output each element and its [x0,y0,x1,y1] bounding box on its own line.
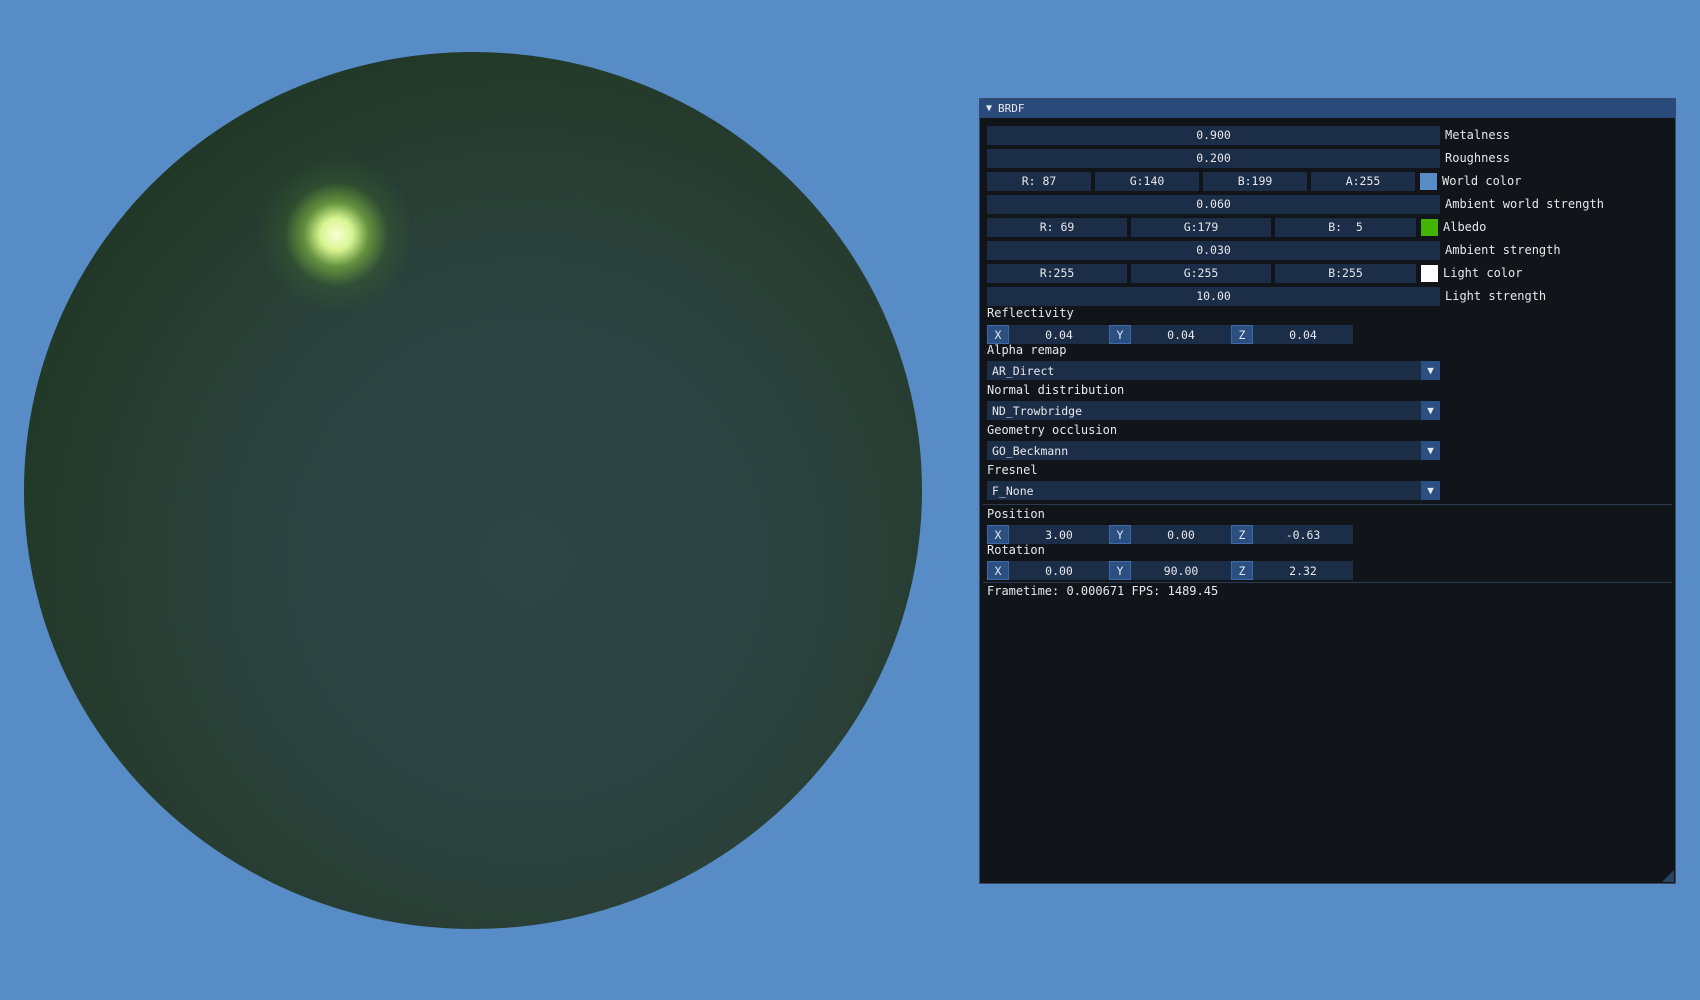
alpha-remap-value: AR_Direct [992,363,1055,378]
ambient-strength-label: Ambient strength [1445,243,1561,257]
light-strength-row: 10.00 Light strength [987,286,1546,306]
position-x-axis: X [987,525,1009,544]
geometry-occlusion-value: GO_Beckmann [992,443,1069,458]
triangle-down-icon[interactable]: ▼ [986,103,992,114]
albedo-b[interactable]: B: 5 [1275,217,1416,237]
reflectivity-x-field[interactable]: 0.04 [1009,325,1109,344]
albedo-row: R: 69 G:179 B: 5 Albedo [987,217,1486,237]
fresnel-dropdown[interactable]: F_None ▼ [987,481,1440,500]
world-color-swatch[interactable] [1420,172,1437,190]
reflectivity-y-axis: Y [1109,325,1131,344]
chevron-down-icon[interactable]: ▼ [1421,481,1440,500]
separator [983,504,1672,505]
albedo-g[interactable]: G:179 [1131,217,1271,237]
position-y-field[interactable]: 0.00 [1131,525,1231,544]
position-label: Position [987,507,1045,521]
light-color-label: Light color [1443,266,1523,280]
ambient-world-strength-label: Ambient world strength [1445,197,1604,211]
ambient-world-strength-slider[interactable]: 0.060 [987,194,1440,214]
albedo-r[interactable]: R: 69 [987,217,1127,237]
normal-distribution-value: ND_Trowbridge [992,403,1083,418]
reflectivity-z-field[interactable]: 0.04 [1253,325,1353,344]
rotation-vector: X 0.00 Y 90.00 Z 2.32 [987,561,1353,580]
position-z-field[interactable]: -0.63 [1253,525,1353,544]
frame-info-text: Frametime: 0.000671 FPS: 1489.45 [987,584,1219,598]
separator [983,582,1672,583]
light-color-swatch[interactable] [1421,264,1438,282]
position-x-field[interactable]: 3.00 [1009,525,1109,544]
rotation-y-axis: Y [1109,561,1131,580]
rotation-x-field[interactable]: 0.00 [1009,561,1109,580]
light-strength-slider[interactable]: 10.00 [987,286,1440,306]
metalness-slider[interactable]: 0.900 [987,125,1440,145]
geometry-occlusion-label: Geometry occlusion [987,423,1118,437]
world-color-label: World color [1442,174,1522,188]
reflectivity-label: Reflectivity [987,306,1074,320]
fresnel-label: Fresnel [987,463,1038,477]
rotation-y-field[interactable]: 90.00 [1131,561,1231,580]
geometry-occlusion-dropdown[interactable]: GO_Beckmann ▼ [987,441,1440,460]
rendered-sphere [24,52,922,929]
resize-grip[interactable] [1662,870,1674,882]
light-color-r[interactable]: R:255 [987,263,1127,283]
chevron-down-icon[interactable]: ▼ [1421,441,1440,460]
alpha-remap-label: Alpha remap [987,343,1067,357]
albedo-swatch[interactable] [1421,218,1438,236]
normal-distribution-dropdown[interactable]: ND_Trowbridge ▼ [987,401,1440,420]
reflectivity-z-axis: Z [1231,325,1253,344]
reflectivity-y-field[interactable]: 0.04 [1131,325,1231,344]
metalness-label: Metalness [1445,128,1511,142]
metalness-row: 0.900 Metalness [987,125,1510,145]
rotation-z-field[interactable]: 2.32 [1253,561,1353,580]
world-color-b[interactable]: B:199 [1203,171,1307,191]
rotation-x-axis: X [987,561,1009,580]
light-color-row: R:255 G:255 B:255 Light color [987,263,1522,283]
window-title-bar[interactable]: ▼ BRDF [980,99,1675,118]
world-color-a[interactable]: A:255 [1311,171,1415,191]
roughness-slider[interactable]: 0.200 [987,148,1440,168]
chevron-down-icon[interactable]: ▼ [1421,361,1440,380]
albedo-label: Albedo [1443,220,1487,234]
ambient-strength-row: 0.030 Ambient strength [987,240,1561,260]
window-title: BRDF [998,102,1025,115]
world-color-r[interactable]: R: 87 [987,171,1091,191]
world-color-g[interactable]: G:140 [1095,171,1199,191]
chevron-down-icon[interactable]: ▼ [1421,401,1440,420]
roughness-row: 0.200 Roughness [987,148,1510,168]
light-strength-label: Light strength [1445,289,1547,303]
light-color-g[interactable]: G:255 [1131,263,1271,283]
roughness-label: Roughness [1445,151,1511,165]
world-color-row: R: 87 G:140 B:199 A:255 World color [987,171,1521,191]
ambient-strength-slider[interactable]: 0.030 [987,240,1440,260]
ambient-world-strength-row: 0.060 Ambient world strength [987,194,1604,214]
fresnel-value: F_None [992,483,1034,498]
reflectivity-vector: X 0.04 Y 0.04 Z 0.04 [987,325,1353,344]
position-vector: X 3.00 Y 0.00 Z -0.63 [987,525,1353,544]
position-z-axis: Z [1231,525,1253,544]
normal-distribution-label: Normal distribution [987,383,1125,397]
position-y-axis: Y [1109,525,1131,544]
rotation-z-axis: Z [1231,561,1253,580]
rotation-label: Rotation [987,543,1045,557]
alpha-remap-dropdown[interactable]: AR_Direct ▼ [987,361,1440,380]
light-color-b[interactable]: B:255 [1275,263,1416,283]
render-viewport [0,0,975,1000]
reflectivity-x-axis: X [987,325,1009,344]
brdf-window: ▼ BRDF 0.900 Metalness 0.200 Roughness R… [979,98,1676,884]
